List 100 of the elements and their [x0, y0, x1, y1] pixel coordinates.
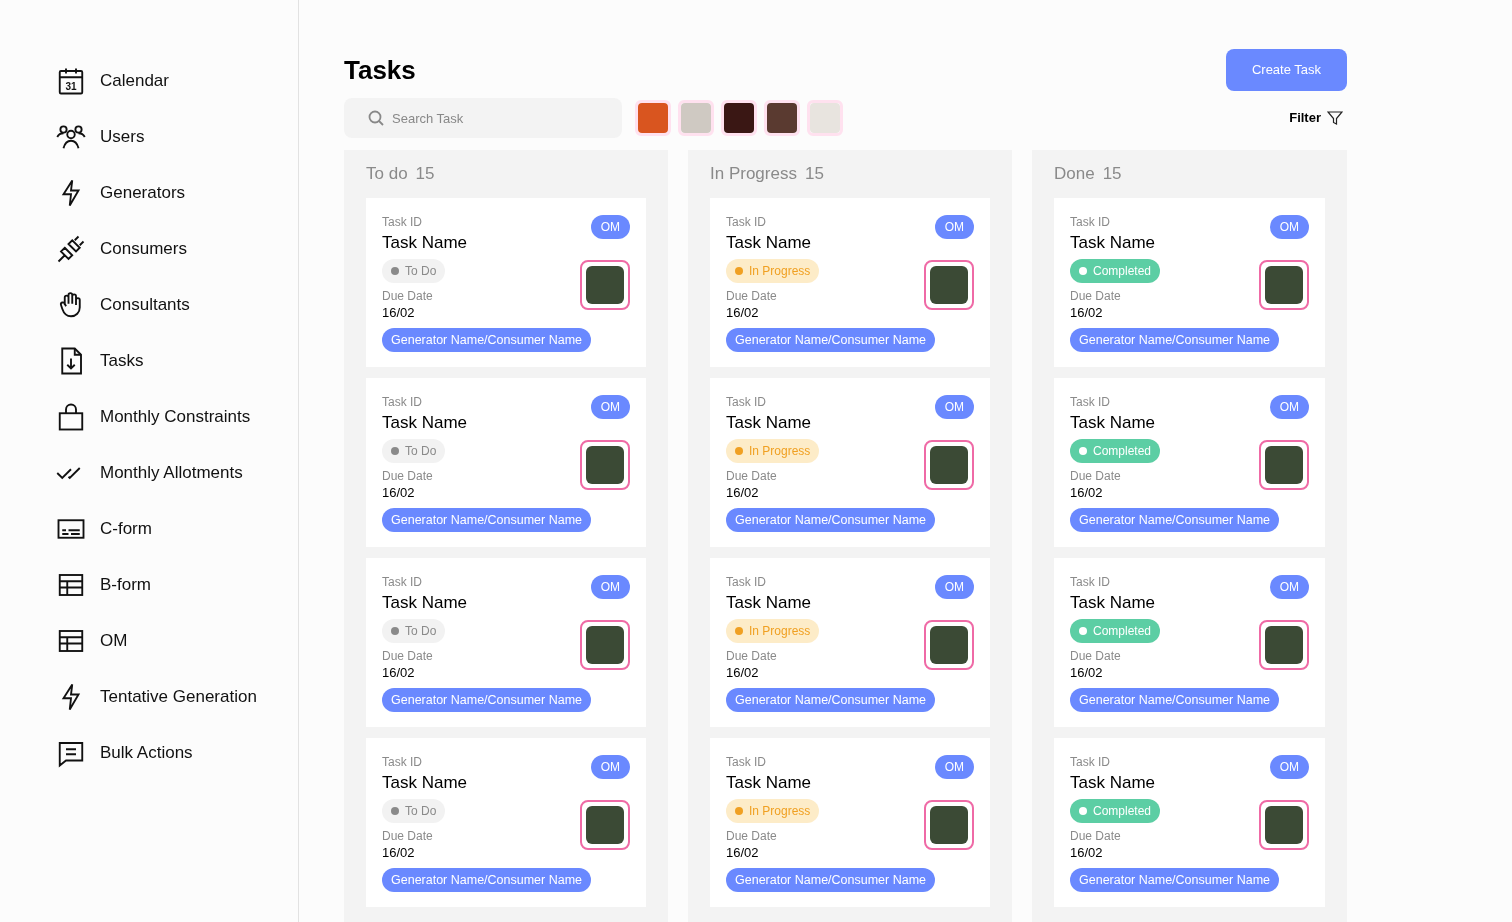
- task-name: Task Name: [726, 772, 812, 794]
- task-id: Task ID: [382, 214, 422, 230]
- generator-consumer-tag: Generator Name/Consumer Name: [1070, 688, 1280, 712]
- generator-consumer-tag: Generator Name/Consumer Name: [1070, 868, 1280, 892]
- assignee-photo-placeholder[interactable]: [580, 440, 630, 490]
- sidebar-item[interactable]: 31 Calendar: [56, 53, 298, 109]
- task-card[interactable]: Task ID Task Name To Do Due Date 16/02 Generator Name/Consumer Name OM: [366, 378, 646, 547]
- task-card[interactable]: Task ID Task Name In Progress Due Date 16/02 Generator Name/Consumer Name OM: [710, 198, 990, 367]
- sidebar-item[interactable]: B-form: [56, 557, 298, 613]
- due-date-label: Due Date: [1070, 648, 1122, 664]
- due-date: 16/02: [726, 844, 760, 862]
- task-card[interactable]: Task ID Task Name To Do Due Date 16/02 Generator Name/Consumer Name OM: [366, 738, 646, 907]
- due-date: 16/02: [1070, 844, 1104, 862]
- assignee-photo-placeholder[interactable]: [580, 620, 630, 670]
- status-pill: Completed: [1070, 439, 1161, 463]
- sidebar-item[interactable]: Tasks: [56, 333, 298, 389]
- status-pill: Completed: [1070, 259, 1161, 283]
- task-card[interactable]: Task ID Task Name In Progress Due Date 16/02 Generator Name/Consumer Name OM: [710, 558, 990, 727]
- search-field[interactable]: Search Task: [344, 98, 622, 138]
- om-badge: OM: [1269, 575, 1309, 599]
- task-card[interactable]: Task ID Task Name To Do Due Date 16/02 Generator Name/Consumer Name OM: [366, 198, 646, 367]
- generator-consumer-tag: Generator Name/Consumer Name: [726, 508, 936, 532]
- om-badge: OM: [590, 575, 630, 599]
- avatar-photo-placeholder[interactable]: [721, 100, 757, 136]
- sidebar-item[interactable]: Consultants: [56, 277, 298, 333]
- sidebar-item[interactable]: OM: [56, 613, 298, 669]
- bag-icon: [56, 402, 86, 432]
- avatar-photo-placeholder[interactable]: [764, 100, 800, 136]
- sidebar-item[interactable]: C-form: [56, 501, 298, 557]
- generator-consumer-tag: Generator Name/Consumer Name: [382, 328, 592, 352]
- assignee-photo-placeholder[interactable]: [924, 440, 974, 490]
- task-name: Task Name: [382, 592, 468, 614]
- due-date: 16/02: [1070, 664, 1104, 682]
- task-name: Task Name: [1070, 232, 1156, 254]
- due-date: 16/02: [726, 304, 760, 322]
- sidebar-item[interactable]: Consumers: [56, 221, 298, 277]
- task-id: Task ID: [1070, 394, 1110, 410]
- task-card[interactable]: Task ID Task Name In Progress Due Date 16/02 Generator Name/Consumer Name OM: [710, 738, 990, 907]
- task-card[interactable]: Task ID Task Name In Progress Due Date 16/02 Generator Name/Consumer Name OM: [710, 378, 990, 547]
- due-date-label: Due Date: [726, 648, 778, 664]
- generator-consumer-tag: Generator Name/Consumer Name: [726, 328, 936, 352]
- assignee-photo-placeholder[interactable]: [924, 260, 974, 310]
- generator-consumer-tag: Generator Name/Consumer Name: [1070, 508, 1280, 532]
- due-date: 16/02: [1070, 484, 1104, 502]
- om-badge: OM: [590, 755, 630, 779]
- status-pill: In Progress: [726, 259, 820, 283]
- due-date-label: Due Date: [382, 828, 434, 844]
- sidebar-item[interactable]: Monthly Constraints: [56, 389, 298, 445]
- om-badge: OM: [1269, 755, 1309, 779]
- om-badge: OM: [590, 395, 630, 419]
- due-date-label: Due Date: [382, 468, 434, 484]
- om-badge: OM: [934, 215, 974, 239]
- assignee-photo-placeholder[interactable]: [924, 620, 974, 670]
- status-pill: To Do: [382, 439, 446, 463]
- sidebar-item[interactable]: Tentative Generation: [56, 669, 298, 725]
- task-id: Task ID: [726, 394, 766, 410]
- task-id: Task ID: [382, 394, 422, 410]
- due-date-label: Due Date: [726, 468, 778, 484]
- due-date-label: Due Date: [1070, 288, 1122, 304]
- om-badge: OM: [590, 215, 630, 239]
- task-id: Task ID: [1070, 214, 1110, 230]
- assignee-photo-placeholder[interactable]: [1259, 440, 1309, 490]
- due-date: 16/02: [726, 664, 760, 682]
- generator-consumer-tag: Generator Name/Consumer Name: [726, 688, 936, 712]
- due-date: 16/02: [382, 844, 416, 862]
- status-pill: Completed: [1070, 799, 1161, 823]
- status-pill: To Do: [382, 259, 446, 283]
- generator-consumer-tag: Generator Name/Consumer Name: [1070, 328, 1280, 352]
- sidebar-item[interactable]: Monthly Allotments: [56, 445, 298, 501]
- task-card[interactable]: Task ID Task Name Completed Due Date 16/02 Generator Name/Consumer Name OM: [1054, 378, 1325, 547]
- generator-consumer-tag: Generator Name/Consumer Name: [726, 868, 936, 892]
- task-card[interactable]: Task ID Task Name Completed Due Date 16/02 Generator Name/Consumer Name OM: [1054, 198, 1325, 367]
- assignee-photo-placeholder[interactable]: [580, 800, 630, 850]
- status-pill: Completed: [1070, 619, 1161, 643]
- generator-consumer-tag: Generator Name/Consumer Name: [382, 688, 592, 712]
- status-pill: To Do: [382, 799, 446, 823]
- sidebar-item[interactable]: Bulk Actions: [56, 725, 298, 781]
- column-count: 15: [804, 163, 824, 186]
- assignee-photo-placeholder[interactable]: [580, 260, 630, 310]
- search-icon: [368, 110, 384, 126]
- assignee-photo-placeholder[interactable]: [924, 800, 974, 850]
- plug-icon: [56, 234, 86, 264]
- om-badge: OM: [934, 395, 974, 419]
- sidebar-item[interactable]: Users: [56, 109, 298, 165]
- task-card[interactable]: Task ID Task Name Completed Due Date 16/02 Generator Name/Consumer Name OM: [1054, 558, 1325, 727]
- assignee-photo-placeholder[interactable]: [1259, 800, 1309, 850]
- sidebar-item[interactable]: Generators: [56, 165, 298, 221]
- assignee-photo-placeholder[interactable]: [1259, 620, 1309, 670]
- filter-button[interactable]: Filter: [1289, 108, 1347, 128]
- task-name: Task Name: [1070, 772, 1156, 794]
- status-pill: In Progress: [726, 799, 820, 823]
- om-badge: OM: [1269, 215, 1309, 239]
- task-name: Task Name: [1070, 412, 1156, 434]
- task-card[interactable]: Task ID Task Name Completed Due Date 16/02 Generator Name/Consumer Name OM: [1054, 738, 1325, 907]
- task-name: Task Name: [382, 772, 468, 794]
- page-title: Tasks: [344, 53, 416, 87]
- status-pill: In Progress: [726, 439, 820, 463]
- due-date: 16/02: [382, 304, 416, 322]
- task-card[interactable]: Task ID Task Name To Do Due Date 16/02 Generator Name/Consumer Name OM: [366, 558, 646, 727]
- assignee-photo-placeholder[interactable]: [1259, 260, 1309, 310]
